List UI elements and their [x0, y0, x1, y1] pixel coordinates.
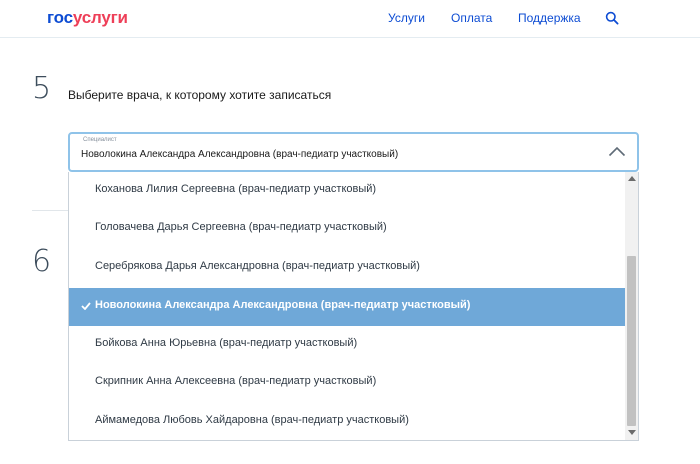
- option-label: Аймамедова Любовь Хайдаровна (врач-педиа…: [95, 414, 409, 426]
- option-label: Серебрякова Дарья Александровна (врач-пе…: [95, 260, 420, 272]
- list-item[interactable]: Головачева Дарья Сергеевна (врач-педиатр…: [69, 210, 626, 248]
- scrollbar-thumb[interactable]: [627, 256, 636, 426]
- list-item[interactable]: Серебрякова Дарья Александровна (врач-пе…: [69, 249, 626, 287]
- scroll-up-arrow-icon[interactable]: [628, 176, 636, 181]
- checkmark-icon: [81, 302, 91, 310]
- option-label: Новолокина Александра Александровна (вра…: [95, 299, 471, 311]
- scroll-down-arrow-icon[interactable]: [628, 430, 636, 435]
- logo-part-uslugi: услуги: [72, 8, 128, 27]
- specialist-select[interactable]: Специалист Новолокина Александра Алексан…: [68, 132, 639, 172]
- option-label: Бойкова Анна Юрьевна (врач-педиатр участ…: [95, 337, 358, 349]
- list-item[interactable]: Коханова Лилия Сергеевна (врач-педиатр у…: [69, 172, 626, 210]
- step-number-5: 5: [32, 71, 52, 106]
- specialist-select-label: Специалист: [83, 137, 117, 143]
- specialist-select-value: Новолокина Александра Александровна (вра…: [81, 149, 399, 160]
- search-icon[interactable]: [605, 11, 619, 25]
- step-number-6: 6: [32, 244, 52, 279]
- option-label: Головачева Дарья Сергеевна (врач-педиатр…: [95, 221, 387, 233]
- option-label: Скрипник Анна Алексеевна (врач-педиатр у…: [95, 375, 377, 387]
- section-divider: [32, 210, 68, 211]
- site-header: госуслуги Услуги Оплата Поддержка: [0, 0, 700, 38]
- specialist-dropdown-list: Коханова Лилия Сергеевна (врач-педиатр у…: [68, 172, 639, 441]
- dropdown-scrollbar[interactable]: [625, 172, 638, 440]
- nav-link-payment[interactable]: Оплата: [451, 11, 492, 25]
- list-item[interactable]: Бойкова Анна Юрьевна (врач-педиатр участ…: [69, 326, 626, 364]
- nav-link-support[interactable]: Поддержка: [518, 11, 581, 25]
- logo-part-gos: гос: [47, 8, 73, 27]
- nav-link-services[interactable]: Услуги: [388, 11, 425, 25]
- chevron-up-icon[interactable]: [608, 146, 626, 157]
- option-label: Коханова Лилия Сергеевна (врач-педиатр у…: [95, 183, 377, 195]
- step-5-title: Выберите врача, к которому хотите записа…: [68, 88, 332, 102]
- list-item[interactable]: Аймамедова Любовь Хайдаровна (врач-педиа…: [69, 403, 626, 440]
- list-item[interactable]: Скрипник Анна Алексеевна (врач-педиатр у…: [69, 364, 626, 402]
- list-item-selected[interactable]: Новолокина Александра Александровна (вра…: [69, 288, 626, 326]
- gosuslugi-logo[interactable]: госуслуги: [47, 8, 128, 28]
